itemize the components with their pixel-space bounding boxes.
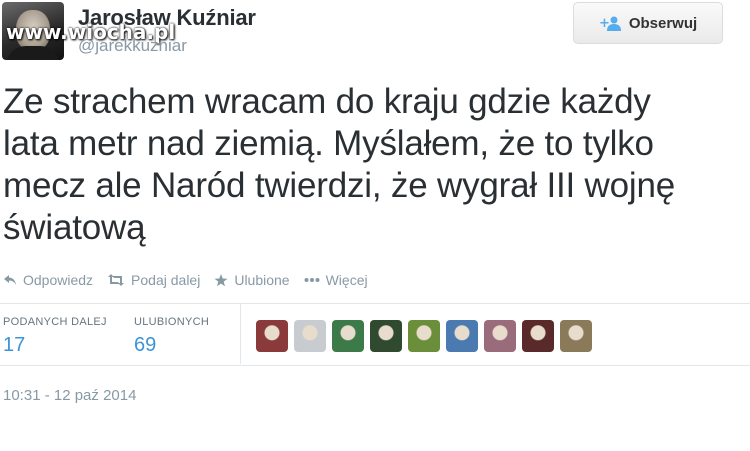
tweet-text: Ze strachem wracam do kraju gdzie każdy … xyxy=(3,81,723,249)
favorite-action[interactable]: Ulubione xyxy=(214,272,290,288)
tweet-line: mecz ale Naród twierdzi, że wygrał III w… xyxy=(3,166,676,205)
favorites-stat[interactable]: ULUBIONYCH 69 xyxy=(134,316,209,357)
reply-icon xyxy=(3,274,17,286)
retweets-label: PODANYCH DALEJ xyxy=(3,316,107,328)
retweet-label: Podaj dalej xyxy=(131,272,201,288)
avatar-shirt xyxy=(6,46,60,60)
favoriter-avatar[interactable] xyxy=(560,320,592,352)
user-handle[interactable]: @jarekkuzniar xyxy=(78,36,187,56)
favoriter-avatar[interactable] xyxy=(522,320,554,352)
favoriter-avatar[interactable] xyxy=(484,320,516,352)
more-label: Więcej xyxy=(325,272,368,288)
retweet-action[interactable]: Podaj dalej xyxy=(107,272,200,288)
tweet-line: Ze strachem wracam do kraju gdzie każdy xyxy=(3,82,651,121)
favoriter-avatar[interactable] xyxy=(256,320,288,352)
star-icon xyxy=(214,273,228,287)
more-icon xyxy=(304,277,320,283)
follow-button[interactable]: + Obserwuj xyxy=(573,2,723,44)
reply-label: Odpowiedz xyxy=(23,272,94,288)
favoriter-avatar[interactable] xyxy=(332,320,364,352)
tweet-actions: Odpowiedz Podaj dalej Ulubione Więcej xyxy=(3,272,368,288)
retweets-count: 17 xyxy=(3,334,26,356)
reply-action[interactable]: Odpowiedz xyxy=(3,272,93,288)
stats-bottom-divider xyxy=(0,365,750,366)
retweet-icon xyxy=(107,274,125,286)
tweet-line: lata metr nad ziemią. Myślałem, że to ty… xyxy=(3,124,654,163)
favoriter-avatar[interactable] xyxy=(446,320,478,352)
favoriter-avatar[interactable] xyxy=(370,320,402,352)
favorites-count: 69 xyxy=(134,334,157,356)
favorite-label: Ulubione xyxy=(234,272,290,288)
more-action[interactable]: Więcej xyxy=(304,272,368,288)
stats-separator xyxy=(240,304,241,364)
add-user-icon: + xyxy=(599,15,621,31)
favoriter-avatars xyxy=(256,320,592,352)
follow-button-label: Obserwuj xyxy=(628,14,698,32)
favorites-label: ULUBIONYCH xyxy=(134,316,210,328)
favoriter-avatar[interactable] xyxy=(408,320,440,352)
tweet-timestamp[interactable]: 10:31 - 12 paź 2014 xyxy=(3,387,136,404)
tweet-line: światową xyxy=(3,208,146,247)
retweets-stat[interactable]: PODANYCH DALEJ 17 xyxy=(3,316,107,357)
favoriter-avatar[interactable] xyxy=(294,320,326,352)
